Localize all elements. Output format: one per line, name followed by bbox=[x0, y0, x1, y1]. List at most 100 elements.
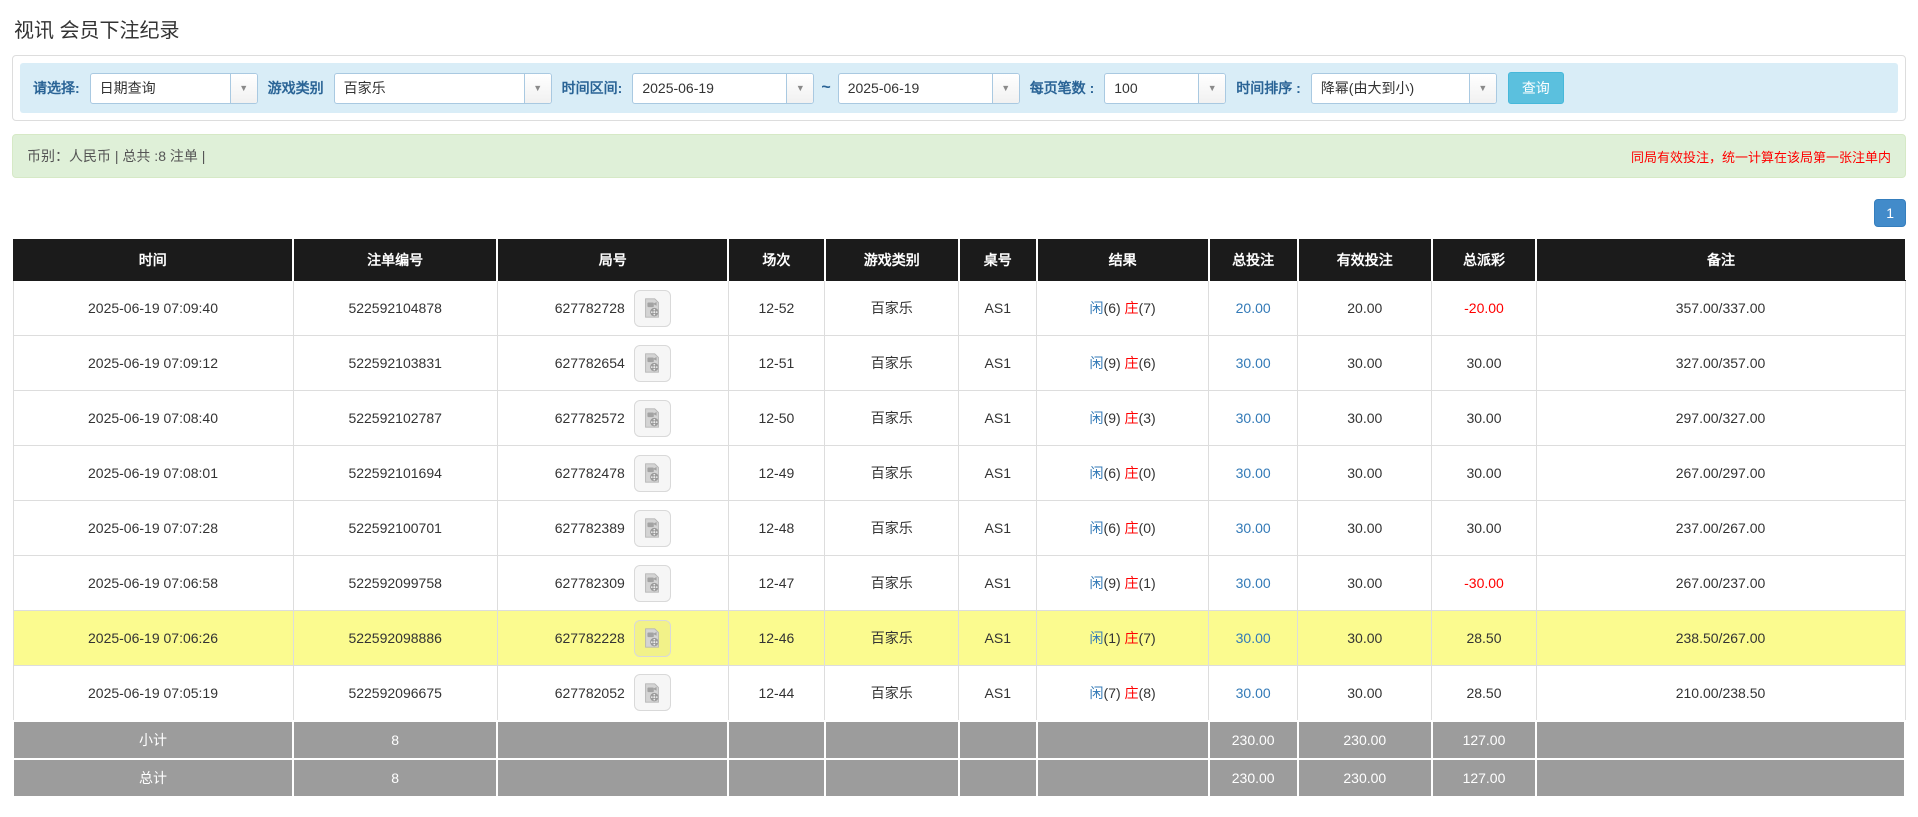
query-type-value: 日期查询 bbox=[91, 74, 230, 103]
total-bet-link[interactable]: 30.00 bbox=[1236, 465, 1271, 481]
chevron-down-icon[interactable]: ▼ bbox=[786, 74, 813, 103]
grand-total-row: 总计 8 230.00 230.00 127.00 bbox=[13, 759, 1905, 797]
cell-round-id: 627782728 bbox=[497, 281, 728, 336]
cell-result: 闲(9) 庄(1) bbox=[1037, 556, 1209, 611]
cell-time: 2025-06-19 07:06:58 bbox=[13, 556, 293, 611]
cell-time: 2025-06-19 07:06:26 bbox=[13, 611, 293, 666]
summary-bar: 币别：人民币 | 总共 :8 注单 | 同局有效投注，统一计算在该局第一张注单内 bbox=[12, 134, 1906, 178]
filter-bar: 请选择: 日期查询 ▼ 游戏类别 百家乐 ▼ 时间区间: 2025-06-19 … bbox=[20, 63, 1898, 113]
column-header-1: 注单编号 bbox=[293, 240, 497, 281]
footer-label: 小计 bbox=[13, 721, 293, 759]
chevron-down-icon[interactable]: ▼ bbox=[992, 74, 1019, 103]
cell-payout: -20.00 bbox=[1432, 281, 1536, 336]
cell-round-id: 627782228 bbox=[497, 611, 728, 666]
video-replay-button[interactable] bbox=[634, 455, 671, 492]
cell-round-id: 627782572 bbox=[497, 391, 728, 446]
total-bet-link[interactable]: 20.00 bbox=[1236, 300, 1271, 316]
total-bet-link[interactable]: 30.00 bbox=[1236, 355, 1271, 371]
cell-table-no: AS1 bbox=[959, 556, 1037, 611]
chevron-down-icon[interactable]: ▼ bbox=[1469, 74, 1496, 103]
column-header-10: 备注 bbox=[1536, 240, 1905, 281]
video-replay-button[interactable] bbox=[634, 345, 671, 382]
table-row: 2025-06-19 07:05:19 522592096675 6277820… bbox=[13, 666, 1905, 721]
sort-order-select[interactable]: 降幂(由大到小) ▼ bbox=[1311, 73, 1497, 104]
footer-payout: 127.00 bbox=[1432, 721, 1536, 759]
game-type-select[interactable]: 百家乐 ▼ bbox=[334, 73, 552, 104]
chevron-down-icon[interactable]: ▼ bbox=[524, 74, 551, 103]
same-round-note: 同局有效投注，统一计算在该局第一张注单内 bbox=[1631, 147, 1891, 166]
cell-total-bet: 30.00 bbox=[1209, 501, 1298, 556]
game-type-value: 百家乐 bbox=[335, 74, 524, 103]
banker-label: 庄 bbox=[1125, 520, 1139, 536]
round-id-text: 627782572 bbox=[555, 410, 625, 426]
banker-label: 庄 bbox=[1125, 465, 1139, 481]
cell-bet-id: 522592099758 bbox=[293, 556, 497, 611]
date-from-select[interactable]: 2025-06-19 ▼ bbox=[632, 73, 814, 104]
banker-label: 庄 bbox=[1125, 630, 1139, 646]
query-type-select[interactable]: 日期查询 ▼ bbox=[90, 73, 258, 104]
cell-time: 2025-06-19 07:08:40 bbox=[13, 391, 293, 446]
table-header-row: 时间注单编号局号场次游戏类别桌号结果总投注有效投注总派彩备注 bbox=[13, 240, 1905, 281]
date-to-select[interactable]: 2025-06-19 ▼ bbox=[838, 73, 1020, 104]
video-replay-button[interactable] bbox=[634, 674, 671, 711]
cell-time: 2025-06-19 07:08:01 bbox=[13, 446, 293, 501]
player-label: 闲 bbox=[1090, 465, 1104, 481]
banker-label: 庄 bbox=[1125, 410, 1139, 426]
total-bet-link[interactable]: 30.00 bbox=[1236, 630, 1271, 646]
cell-valid-bet: 30.00 bbox=[1298, 446, 1432, 501]
cell-session: 12-51 bbox=[728, 336, 824, 391]
cell-payout: 30.00 bbox=[1432, 391, 1536, 446]
player-label: 闲 bbox=[1090, 575, 1104, 591]
cell-table-no: AS1 bbox=[959, 501, 1037, 556]
cell-round-id: 627782478 bbox=[497, 446, 728, 501]
cell-table-no: AS1 bbox=[959, 281, 1037, 336]
date-range-separator: ~ bbox=[821, 79, 830, 97]
table-row: 2025-06-19 07:09:40 522592104878 6277827… bbox=[13, 281, 1905, 336]
column-header-8: 有效投注 bbox=[1298, 240, 1432, 281]
cell-bet-id: 522592104878 bbox=[293, 281, 497, 336]
video-replay-button[interactable] bbox=[634, 290, 671, 327]
chevron-down-icon[interactable]: ▼ bbox=[230, 74, 257, 103]
cell-total-bet: 20.00 bbox=[1209, 281, 1298, 336]
cell-payout: 30.00 bbox=[1432, 501, 1536, 556]
column-header-4: 游戏类别 bbox=[825, 240, 959, 281]
cell-bet-id: 522592098886 bbox=[293, 611, 497, 666]
page-size-select[interactable]: 100 ▼ bbox=[1104, 73, 1226, 104]
cell-game-type: 百家乐 bbox=[825, 611, 959, 666]
cell-total-bet: 30.00 bbox=[1209, 556, 1298, 611]
total-bet-link[interactable]: 30.00 bbox=[1236, 575, 1271, 591]
chevron-down-icon[interactable]: ▼ bbox=[1198, 74, 1225, 103]
game-type-label: 游戏类别 bbox=[268, 78, 324, 98]
video-replay-button[interactable] bbox=[634, 565, 671, 602]
page-size-label: 每页笔数 : bbox=[1030, 78, 1095, 98]
cell-bet-id: 522592103831 bbox=[293, 336, 497, 391]
player-label: 闲 bbox=[1090, 685, 1104, 701]
round-id-text: 627782309 bbox=[555, 575, 625, 591]
cell-game-type: 百家乐 bbox=[825, 391, 959, 446]
video-replay-button[interactable] bbox=[634, 510, 671, 547]
cell-bet-id: 522592100701 bbox=[293, 501, 497, 556]
cell-bet-id: 522592101694 bbox=[293, 446, 497, 501]
round-id-text: 627782389 bbox=[555, 520, 625, 536]
player-label: 闲 bbox=[1090, 520, 1104, 536]
cell-valid-bet: 30.00 bbox=[1298, 501, 1432, 556]
cell-remark: 297.00/327.00 bbox=[1536, 391, 1905, 446]
query-button[interactable]: 查询 bbox=[1508, 72, 1564, 104]
total-bet-link[interactable]: 30.00 bbox=[1236, 520, 1271, 536]
footer-total-bet: 230.00 bbox=[1209, 759, 1298, 797]
total-bet-link[interactable]: 30.00 bbox=[1236, 685, 1271, 701]
cell-result: 闲(9) 庄(3) bbox=[1037, 391, 1209, 446]
round-id-text: 627782228 bbox=[555, 630, 625, 646]
video-replay-button[interactable] bbox=[634, 620, 671, 657]
video-replay-icon bbox=[641, 462, 663, 484]
total-bet-link[interactable]: 30.00 bbox=[1236, 410, 1271, 426]
date-to-value: 2025-06-19 bbox=[839, 74, 992, 103]
cell-round-id: 627782654 bbox=[497, 336, 728, 391]
round-id-text: 627782654 bbox=[555, 355, 625, 371]
page-button-1[interactable]: 1 bbox=[1874, 199, 1906, 227]
page-title: 视讯 会员下注纪录 bbox=[14, 14, 1906, 43]
cell-game-type: 百家乐 bbox=[825, 281, 959, 336]
video-replay-button[interactable] bbox=[634, 400, 671, 437]
column-header-9: 总派彩 bbox=[1432, 240, 1536, 281]
cell-session: 12-50 bbox=[728, 391, 824, 446]
